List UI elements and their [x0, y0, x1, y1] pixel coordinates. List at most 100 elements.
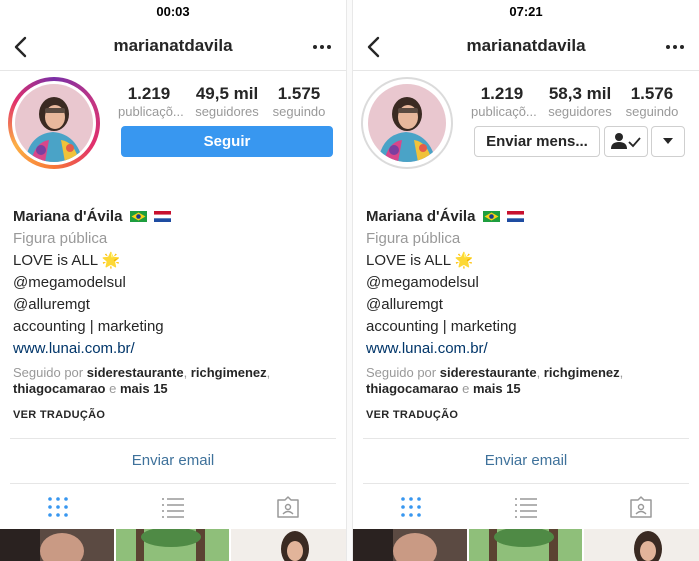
followed-by-sep: ,	[183, 365, 191, 380]
bio-line-1: LOVE is ALL 🌟	[13, 250, 343, 272]
post-thumbnail[interactable]	[353, 529, 467, 561]
profile-category: Figura pública	[13, 230, 108, 247]
status-time: 07:21	[499, 0, 553, 22]
more-horizontal-icon[interactable]	[312, 37, 332, 57]
triangle-down-icon	[663, 138, 673, 144]
post-grid	[353, 529, 699, 561]
person-check-icon	[611, 133, 641, 149]
list-icon[interactable]	[514, 495, 538, 519]
stat-posts[interactable]: 1.219 publicaçõ...	[471, 84, 537, 119]
followed-by[interactable]: Seguido por siderestaurante, richgimenez…	[13, 365, 343, 397]
followed-by-and: e	[105, 381, 120, 396]
more-horizontal-icon[interactable]	[665, 37, 685, 57]
stat-following-label: seguindo	[272, 104, 326, 119]
stat-posts[interactable]: 1.219 publicaçõ...	[118, 84, 184, 119]
stat-following-label: seguindo	[625, 104, 679, 119]
bio-line-1-text: LOVE is ALL	[13, 252, 98, 269]
stat-posts-label: publicaçõ...	[118, 104, 184, 119]
followed-by-sep: ,	[536, 365, 544, 380]
email-button[interactable]: Enviar email	[363, 439, 689, 483]
stat-followers[interactable]: 58,3 mil seguidores	[545, 84, 615, 119]
followed-by-and: e	[458, 381, 473, 396]
avatar	[15, 84, 93, 162]
profile-name: Mariana d'Ávila	[13, 206, 343, 228]
followed-by-user-3: thiagocamarao	[366, 381, 459, 396]
bio-line-2[interactable]: @megamodelsul	[366, 272, 696, 294]
post-thumbnail[interactable]	[231, 529, 346, 561]
grid-icon[interactable]	[46, 495, 70, 519]
stat-followers-label: seguidores	[548, 104, 612, 119]
followed-by-sep: ,	[266, 365, 271, 380]
bio-line-2[interactable]: @megamodelsul	[13, 272, 343, 294]
followed-by-prefix: Seguido por	[13, 365, 87, 380]
profile-website-link[interactable]: www.lunai.com.br/	[13, 338, 343, 360]
stat-followers-value: 58,3 mil	[548, 84, 612, 103]
sparkle-emoji: 🌟	[454, 252, 474, 269]
followed-by-prefix: Seguido por	[366, 365, 440, 380]
followed-by[interactable]: Seguido por siderestaurante, richgimenez…	[366, 365, 696, 397]
post-thumbnail[interactable]	[469, 529, 582, 561]
list-icon[interactable]	[161, 495, 185, 519]
stat-following-value: 1.575	[277, 84, 321, 103]
brazil-flag-icon	[482, 211, 500, 222]
profile-name-text: Mariana d'Ávila	[366, 208, 476, 225]
bio-line-4: accounting | marketing	[366, 318, 517, 335]
sparkle-emoji: 🌟	[101, 252, 121, 269]
followed-by-more: mais 15	[119, 381, 168, 396]
followed-by-sep: ,	[619, 365, 624, 380]
followed-by-more: mais 15	[472, 381, 521, 396]
profile-name: Mariana d'Ávila	[366, 206, 696, 228]
email-button[interactable]: Enviar email	[10, 439, 336, 483]
bio-line-1: LOVE is ALL 🌟	[366, 250, 696, 272]
tagged-icon[interactable]	[276, 495, 300, 519]
profile-username-title: marianatdavila	[113, 36, 233, 55]
profile-website-link[interactable]: www.lunai.com.br/	[366, 338, 696, 360]
profile-name-text: Mariana d'Ávila	[13, 208, 123, 225]
bio-line-3[interactable]: @alluremgt	[13, 294, 343, 316]
profile-tabs	[0, 483, 346, 529]
suggestions-dropdown-button[interactable]	[651, 126, 685, 157]
stat-followers[interactable]: 49,5 mil seguidores	[192, 84, 262, 119]
stat-followers-label: seguidores	[195, 104, 259, 119]
stat-followers-value: 49,5 mil	[195, 84, 259, 103]
profile-username-title: marianatdavila	[466, 36, 586, 55]
bio-line-3[interactable]: @alluremgt	[366, 294, 696, 316]
status-time: 00:03	[146, 0, 200, 22]
status-bar: 00:03	[0, 0, 346, 24]
netherlands-flag-icon	[153, 211, 171, 222]
stat-following[interactable]: 1.576 seguindo	[621, 84, 683, 119]
netherlands-flag-icon	[506, 211, 524, 222]
followed-by-user-1: siderestaurante	[86, 365, 184, 380]
profile-bio: Mariana d'Ávila Figura pública LOVE is A…	[13, 206, 343, 421]
pane-divider	[346, 0, 353, 561]
status-bar: 07:21	[353, 0, 699, 24]
send-message-button[interactable]: Enviar mens...	[474, 126, 600, 157]
bio-line-1-text: LOVE is ALL	[366, 252, 451, 269]
post-thumbnail[interactable]	[116, 529, 229, 561]
follow-button[interactable]: Seguir	[121, 126, 333, 157]
profile-bio: Mariana d'Ávila Figura pública LOVE is A…	[366, 206, 696, 421]
grid-icon[interactable]	[399, 495, 423, 519]
nav-bar: marianatdavila	[353, 24, 699, 71]
profile-category: Figura pública	[366, 230, 461, 247]
tagged-icon[interactable]	[629, 495, 653, 519]
stat-following[interactable]: 1.575 seguindo	[268, 84, 330, 119]
email-row: Enviar email	[10, 438, 336, 484]
avatar	[368, 84, 446, 162]
profile-screen-left: 00:03 marianatdavila 1.219 publicaçõ... …	[0, 0, 346, 561]
see-translation-button[interactable]: VER TRADUÇÃO	[366, 409, 696, 421]
avatar-ring[interactable]	[361, 77, 453, 169]
post-thumbnail[interactable]	[584, 529, 699, 561]
bio-line-4: accounting | marketing	[13, 318, 164, 335]
see-translation-button[interactable]: VER TRADUÇÃO	[13, 409, 343, 421]
following-button[interactable]	[604, 126, 648, 157]
followed-by-user-2: richgimenez	[190, 365, 267, 380]
profile-screen-right: 07:21 marianatdavila 1.219 publicaçõ... …	[353, 0, 699, 561]
stat-following-value: 1.576	[630, 84, 674, 103]
nav-bar: marianatdavila	[0, 24, 346, 71]
post-thumbnail[interactable]	[0, 529, 114, 561]
avatar-story-ring[interactable]	[8, 77, 100, 169]
stat-posts-value: 1.219	[480, 84, 524, 103]
followed-by-user-3: thiagocamarao	[13, 381, 106, 396]
stat-posts-value: 1.219	[127, 84, 171, 103]
